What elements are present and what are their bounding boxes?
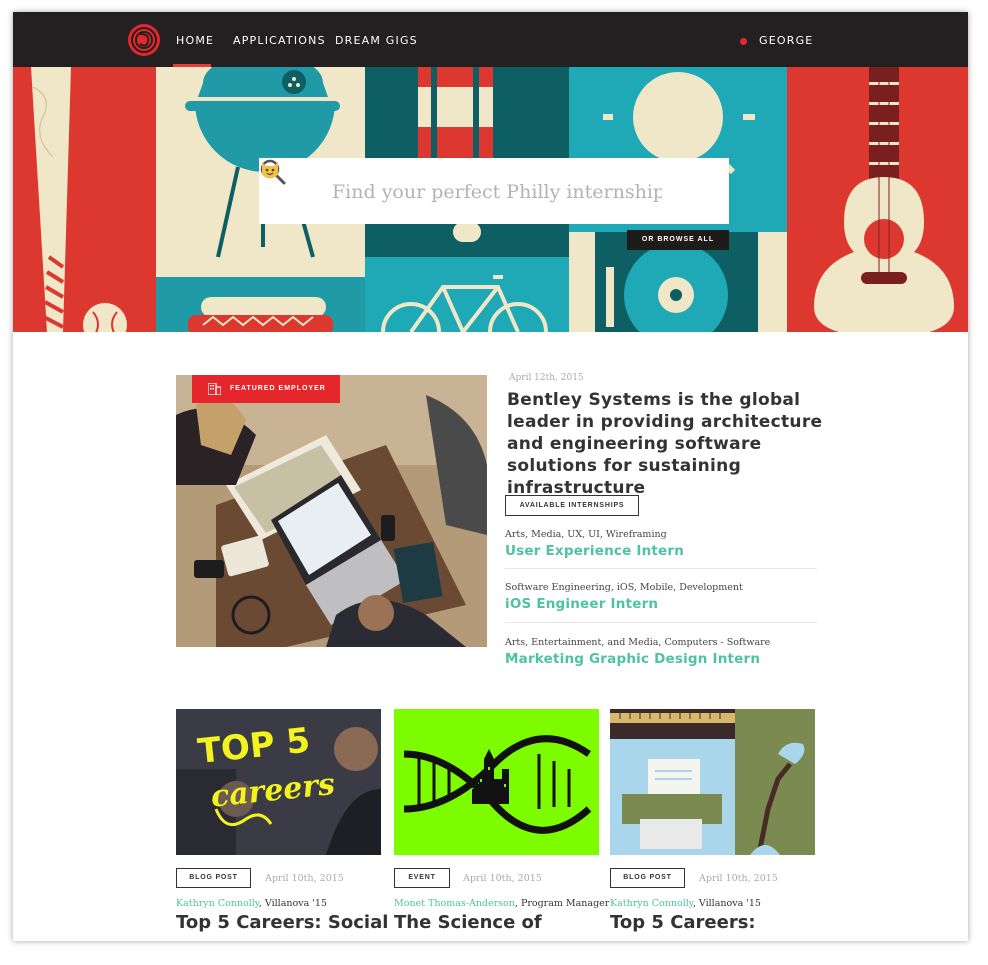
featured-title[interactable]: Bentley Systems is the global leader in … (507, 389, 847, 499)
user-status-dot (740, 38, 747, 45)
featured-date: April 12th, 2015 (509, 373, 584, 383)
dna-skyline-art (394, 709, 599, 855)
top5-careers-art: TOP 5 careers (176, 709, 381, 855)
job-title-link[interactable]: User Experience Intern (505, 543, 817, 559)
card-title[interactable]: Top 5 Careers: (610, 911, 815, 935)
hero-banner: OR BROWSE ALL (13, 67, 968, 332)
search-box[interactable] (259, 158, 729, 224)
author-name-link[interactable]: Monet Thomas-Anderson (394, 898, 515, 909)
author-affiliation: , Villanova '15 (258, 898, 327, 909)
card-date: April 10th, 2015 (265, 873, 344, 884)
logo-icon[interactable] (126, 22, 162, 58)
card-type-badge[interactable]: EVENT (394, 868, 450, 888)
card-author: Kathryn Connolly, Villanova '15 (176, 898, 327, 909)
building-icon (208, 383, 221, 395)
job-item[interactable]: Arts, Media, UX, UI, Wireframing User Ex… (505, 529, 817, 559)
card-date: April 10th, 2015 (699, 873, 778, 884)
card-date: April 10th, 2015 (463, 873, 542, 884)
featured-employer-badge: FEATURED EMPLOYER (192, 375, 340, 403)
content-card[interactable]: BLOG POST April 10th, 2015 Kathryn Conno… (610, 709, 815, 933)
author-affiliation: , Program Manager (514, 898, 610, 909)
card-author: Monet Thomas-Anderson, Program Manager (394, 898, 609, 909)
browse-all-button[interactable]: OR BROWSE ALL (627, 230, 729, 250)
card-type-badge[interactable]: BLOG POST (176, 868, 251, 888)
card-author: Kathryn Connolly, Villanova '15 (610, 898, 761, 909)
card-image[interactable]: TOP 5 careers (176, 709, 381, 855)
job-title-link[interactable]: iOS Engineer Intern (505, 596, 817, 612)
card-title[interactable]: Top 5 Careers: Social (176, 911, 388, 935)
author-name-link[interactable]: Kathryn Connolly (176, 898, 259, 909)
card-type-badge[interactable]: BLOG POST (610, 868, 685, 888)
card-image[interactable] (394, 709, 599, 855)
job-item[interactable]: Software Engineering, iOS, Mobile, Devel… (505, 582, 817, 612)
author-affiliation: , Villanova '15 (692, 898, 761, 909)
card-image[interactable] (610, 709, 815, 855)
job-tags: Software Engineering, iOS, Mobile, Devel… (505, 582, 743, 593)
nav-home[interactable]: HOME (176, 34, 214, 47)
featured-photo (176, 375, 487, 647)
office-desk-art (610, 709, 815, 855)
job-item[interactable]: Arts, Entertainment, and Media, Computer… (505, 637, 817, 667)
app-frame: HOME APPLICATIONS DREAM GIGS GEORGE Find… (13, 12, 968, 941)
divider (505, 568, 817, 569)
user-menu[interactable]: GEORGE (759, 34, 813, 47)
nav-applications[interactable]: APPLICATIONS (233, 34, 326, 47)
card-title[interactable]: The Science of (394, 911, 599, 935)
nav-dream-gigs[interactable]: DREAM GIGS (335, 34, 418, 47)
top-nav: HOME APPLICATIONS DREAM GIGS GEORGE (13, 12, 968, 67)
cat-emoji-icon (262, 162, 278, 178)
featured-employer-image[interactable]: FEATURED EMPLOYER (176, 375, 487, 647)
featured-badge-label: FEATURED EMPLOYER (230, 385, 326, 392)
job-tags: Arts, Media, UX, UI, Wireframing (505, 529, 667, 540)
content-card[interactable]: EVENT April 10th, 2015 Monet Thomas-Ande… (394, 709, 609, 933)
content-card[interactable]: TOP 5 careers BLOG POST April 10th, 2015… (176, 709, 388, 933)
job-tags: Arts, Entertainment, and Media, Computer… (505, 637, 771, 648)
search-input[interactable] (332, 178, 662, 206)
divider (505, 622, 817, 623)
author-name-link[interactable]: Kathryn Connolly (610, 898, 693, 909)
available-internships-button[interactable]: AVAILABLE INTERNSHIPS (505, 495, 639, 516)
job-title-link[interactable]: Marketing Graphic Design Intern (505, 651, 817, 667)
